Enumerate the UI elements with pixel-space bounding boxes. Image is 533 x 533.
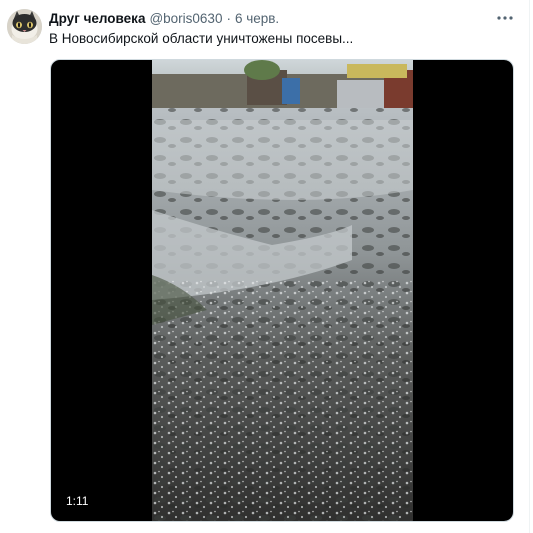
tweet-text: В Новосибирской области уничтожены посев… (49, 31, 354, 46)
cat-avatar-icon (7, 9, 42, 44)
avatar[interactable] (7, 9, 42, 44)
more-options-button[interactable] (495, 10, 515, 26)
ellipsis-horizontal-icon (497, 16, 513, 20)
tweet-header: Друг человека @boris0630 · 6 черв. (49, 10, 503, 28)
video-thumbnail-hail-field (152, 60, 413, 521)
author-name[interactable]: Друг человека (49, 10, 145, 28)
tweet-timestamp[interactable]: 6 черв. (235, 10, 279, 28)
tweet-card[interactable]: Друг человека @boris0630 · 6 черв. В Нов… (0, 0, 533, 533)
header-separator: · (226, 11, 231, 26)
video-thumbnail (152, 60, 413, 521)
video-duration: 1:11 (61, 492, 94, 511)
timeline-divider (529, 0, 530, 533)
author-handle[interactable]: @boris0630 (149, 10, 222, 28)
video-player[interactable]: 1:11 (50, 59, 514, 522)
